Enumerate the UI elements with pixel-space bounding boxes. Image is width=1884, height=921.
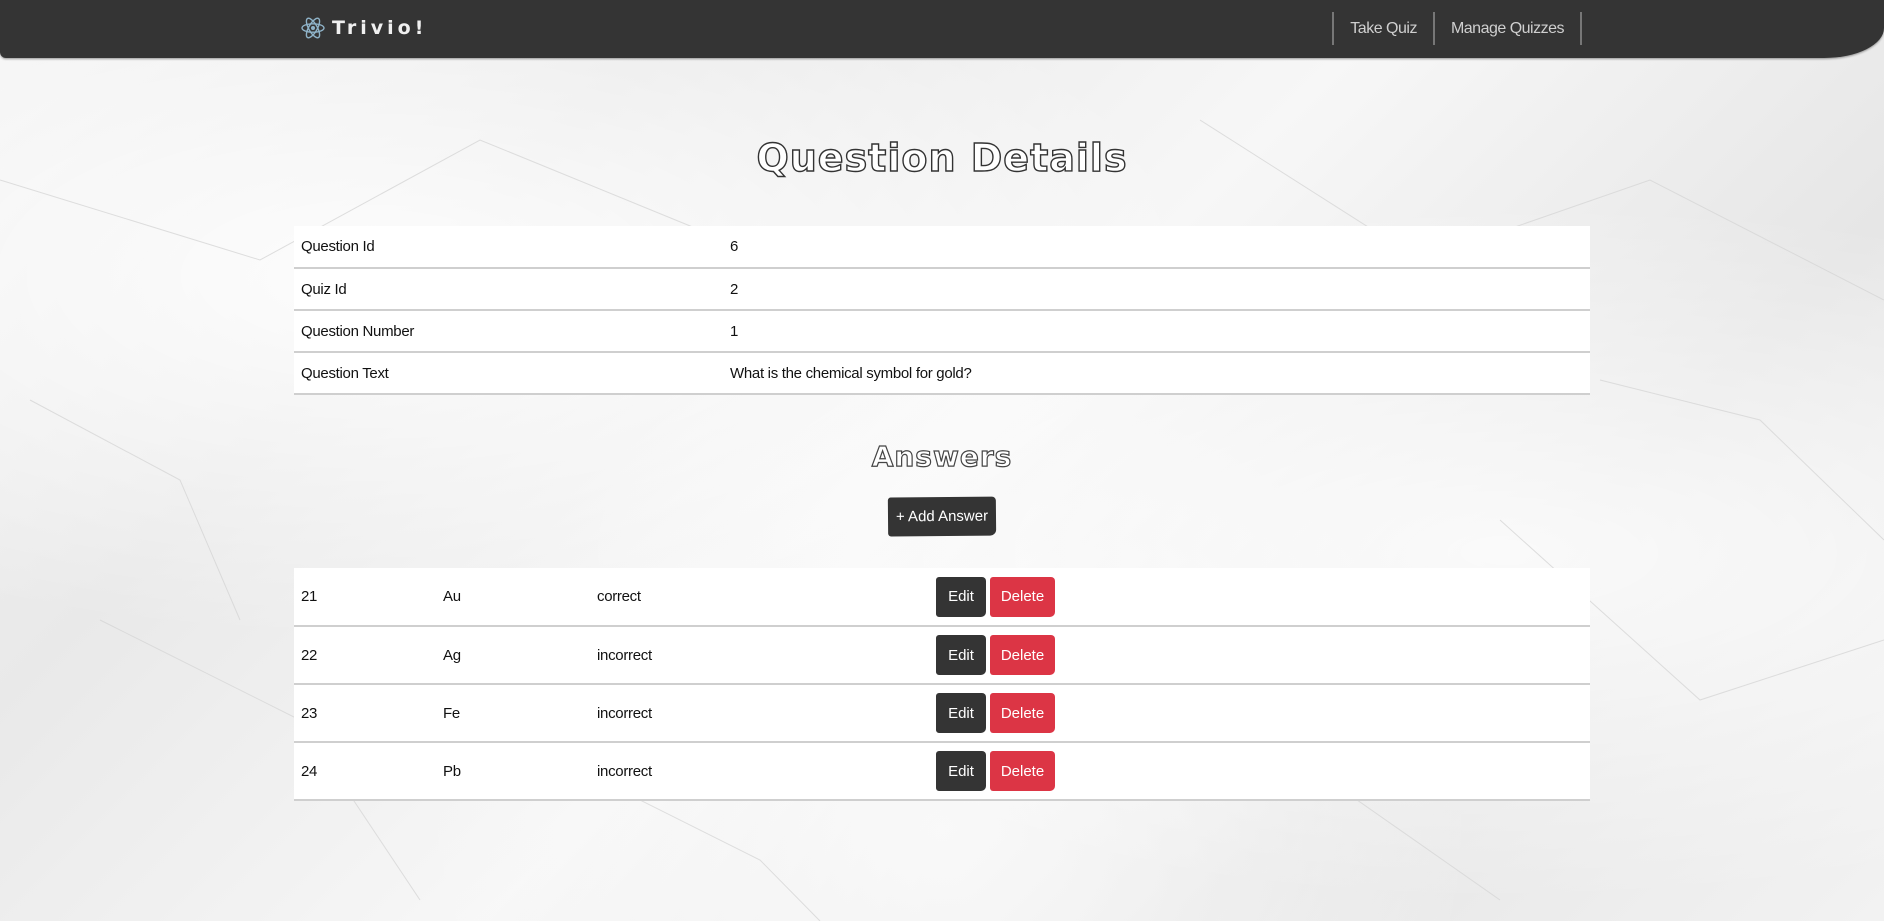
answer-status: incorrect xyxy=(597,762,652,780)
answers-title: Answers xyxy=(871,439,1013,473)
answer-row: 24 Pb incorrect Edit Delete xyxy=(294,742,1590,800)
answer-row: 23 Fe incorrect Edit Delete xyxy=(294,684,1590,742)
delete-answer-button[interactable]: Delete xyxy=(990,693,1055,733)
detail-row: Question Text What is the chemical symbo… xyxy=(294,352,1590,394)
page-title: Question Details xyxy=(756,135,1128,180)
edit-answer-button[interactable]: Edit xyxy=(936,693,986,733)
delete-answer-button[interactable]: Delete xyxy=(990,635,1055,675)
answer-status: incorrect xyxy=(597,704,652,722)
edit-answer-button[interactable]: Edit xyxy=(936,576,986,617)
delete-answer-button[interactable]: Delete xyxy=(990,751,1055,791)
answer-actions: Edit Delete xyxy=(929,568,1590,626)
answers-table: 21 Au correct Edit Delete 22 Ag incorrect… xyxy=(294,568,1590,801)
navbar: Trivio! Take Quiz Manage Quizzes xyxy=(0,0,1884,58)
detail-row: Question Id 6 xyxy=(294,226,1590,268)
detail-row: Quiz Id 2 xyxy=(294,268,1590,310)
detail-value: What is the chemical symbol for gold? xyxy=(730,364,972,382)
answer-id: 24 xyxy=(301,762,318,780)
detail-row: Question Number 1 xyxy=(294,310,1590,352)
nav-take-quiz[interactable]: Take Quiz xyxy=(1332,12,1433,45)
answer-status: incorrect xyxy=(597,646,652,664)
detail-value: 6 xyxy=(730,238,739,255)
answer-row: 22 Ag incorrect Edit Delete xyxy=(294,626,1590,684)
delete-answer-button[interactable]: Delete xyxy=(990,576,1055,617)
brand-name: Trivio! xyxy=(332,17,428,39)
brand-link[interactable]: Trivio! xyxy=(300,14,427,42)
answer-status: correct xyxy=(597,588,641,605)
edit-answer-button[interactable]: Edit xyxy=(936,751,986,791)
answer-text: Ag xyxy=(443,646,461,664)
detail-label: Question Text xyxy=(301,364,389,382)
detail-label: Question Number xyxy=(301,322,415,340)
nav-manage-quizzes[interactable]: Manage Quizzes xyxy=(1432,12,1582,45)
detail-label: Question Id xyxy=(301,238,375,255)
answer-id: 21 xyxy=(301,588,318,605)
answer-text: Fe xyxy=(443,704,460,722)
answer-id: 23 xyxy=(301,704,318,722)
edit-answer-button[interactable]: Edit xyxy=(936,635,986,675)
answer-actions: Edit Delete xyxy=(929,626,1590,684)
answer-text: Au xyxy=(443,588,461,605)
answer-id: 22 xyxy=(301,646,318,664)
add-answer-button[interactable]: + Add Answer xyxy=(887,496,997,537)
answer-actions: Edit Delete xyxy=(929,684,1590,742)
question-details-table: Question Id 6 Quiz Id 2 Question Number … xyxy=(294,226,1590,395)
detail-label: Quiz Id xyxy=(301,280,347,298)
answer-actions: Edit Delete xyxy=(929,742,1590,800)
answer-text: Pb xyxy=(443,762,461,780)
answer-row: 21 Au correct Edit Delete xyxy=(294,568,1590,626)
detail-value: 2 xyxy=(730,280,739,298)
nav-links: Take Quiz Manage Quizzes xyxy=(1332,12,1582,45)
atom-icon xyxy=(301,17,325,39)
detail-value: 1 xyxy=(730,322,739,340)
